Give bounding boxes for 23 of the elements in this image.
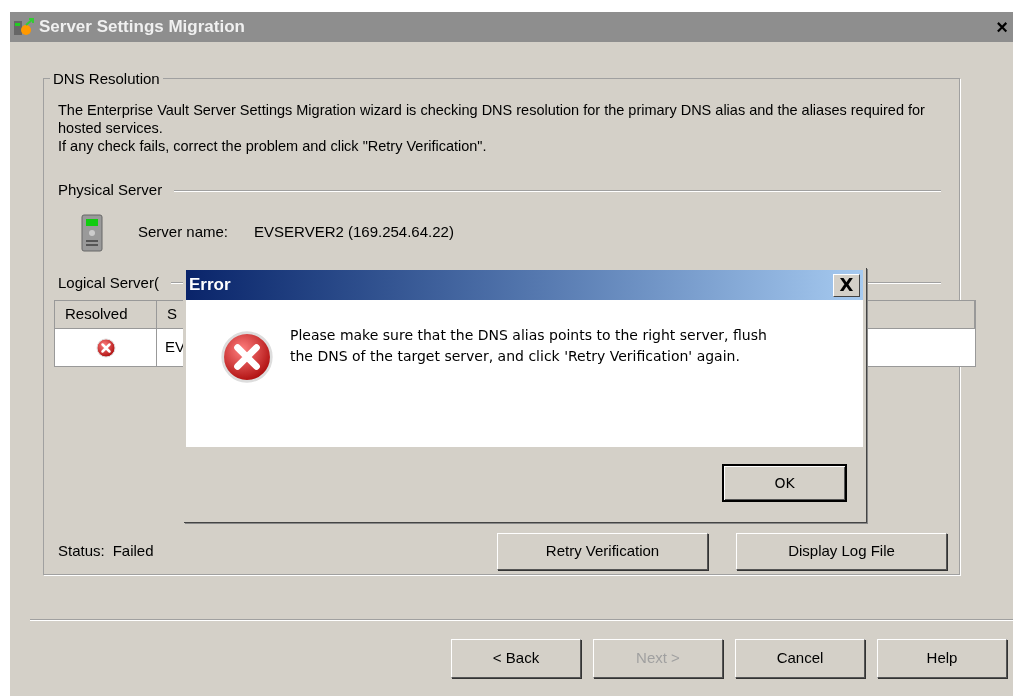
error-icon [220,330,274,384]
close-button[interactable]: X [833,273,860,297]
dialog-title: Error [189,274,231,297]
status-value: Failed [112,541,154,562]
action-button[interactable]: Retry Verification [497,533,708,570]
status-label: Status: [58,541,105,562]
section-title: Physical Server [58,180,163,200]
server-migration-icon [13,17,35,37]
field-label: Server name: [138,222,229,243]
column-header[interactable]: Resolved [55,301,157,328]
wizard-button[interactable]: Cancel [735,639,865,678]
close-button[interactable]: × [996,17,1008,37]
ok-button[interactable]: OK [722,464,847,502]
field-value: EVSERVER2 (169.254.64.22) [254,222,454,243]
wizard-button[interactable]: Help [877,639,1007,678]
wizard-button[interactable]: < Back [451,639,581,678]
server-icon [80,213,104,252]
action-button[interactable]: Display Log File [736,533,947,570]
description-text: If any check fails, correct the problem and click "Retry Verification". [58,137,488,155]
description-text: The Enterprise Vault Server Settings Migration wizard is checking DNS resolution for the primary DNS alias and the aliases required for hosted services. [58,101,926,137]
window-title: Server Settings Migration [39,16,245,39]
dialog-message: Please make sure that the DNS alias points to the right server, flush the DNS of the target server, and click 'Retry Verification' again. [290,326,768,366]
section-title: Logical Server( [58,272,159,293]
